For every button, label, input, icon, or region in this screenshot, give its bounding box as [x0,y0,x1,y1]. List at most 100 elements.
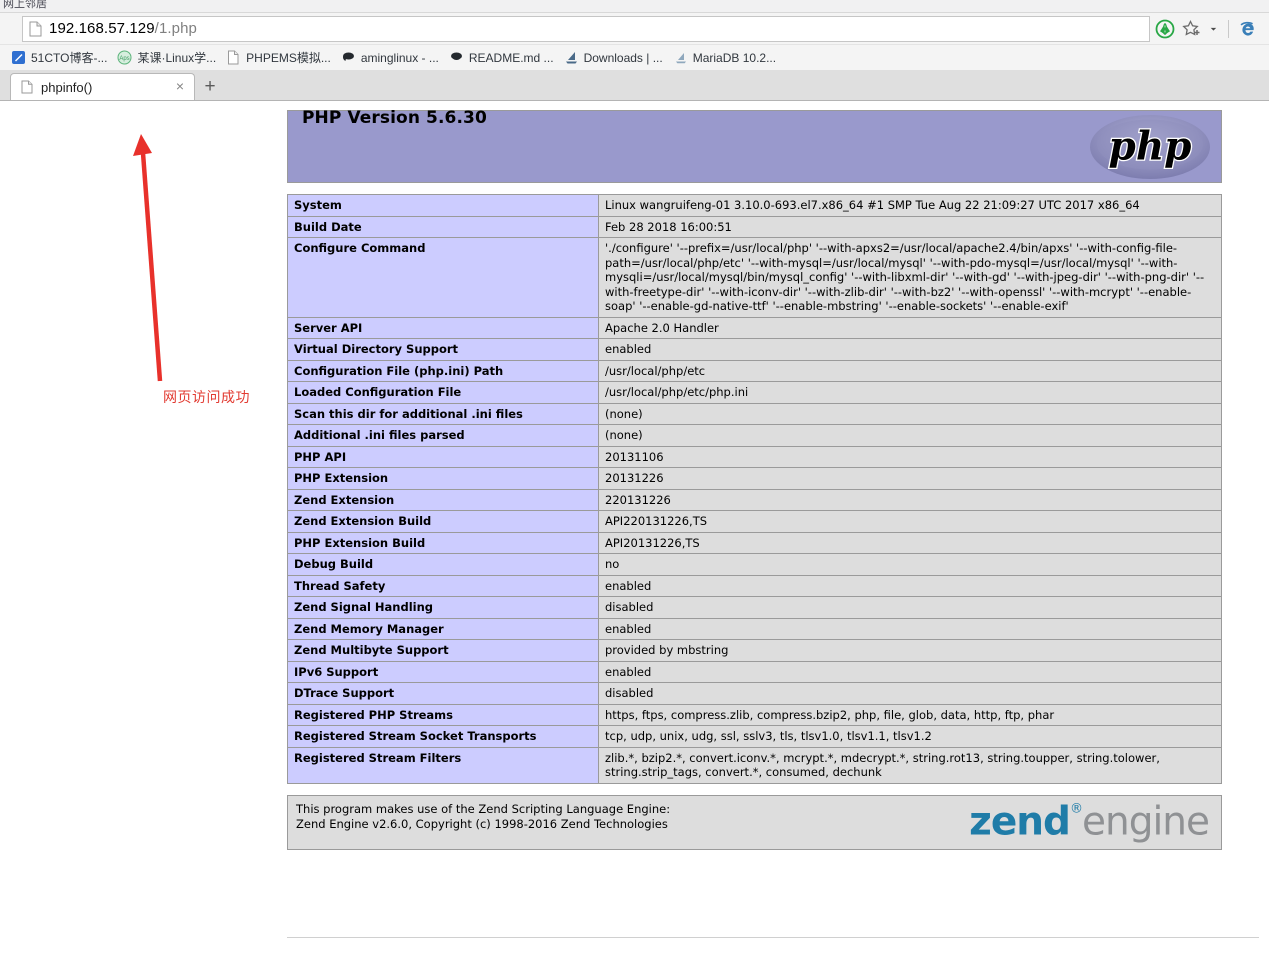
address-bar[interactable]: 192.168.57.129/1.php [22,15,1150,42]
zend-logo-registered: ® [1069,801,1083,817]
bookmark-item[interactable]: 51CTO博客-... [6,47,112,69]
row-key: Thread Safety [287,574,599,597]
row-value: Feb 28 2018 16:00:51 [598,215,1222,238]
php-logo-icon: php [1089,113,1211,180]
row-key: Debug Build [287,553,599,576]
row-key: PHP Extension Build [287,531,599,554]
row-key: Registered PHP Streams [287,703,599,726]
toolbar-icons [1154,18,1265,40]
favorites-star-icon[interactable] [1181,18,1203,40]
table-row: Configure Command './configure' '--prefix… [287,237,1222,318]
row-key: Zend Extension [287,488,599,511]
table-row: Server API Apache 2.0 Handler [287,316,1222,339]
row-key: PHP API [287,445,599,468]
row-value: zlib.*, bzip2.*, convert.iconv.*, mcrypt… [598,746,1222,784]
zend-credit-table: This program makes use of the Zend Scrip… [287,794,1222,850]
row-key: Zend Memory Manager [287,617,599,640]
annotation-label: 网页访问成功 [163,390,250,406]
bookmark-item[interactable]: Aps 某课·Linux学... [112,47,221,69]
row-value: provided by mbstring [598,639,1222,662]
new-tab-button[interactable]: + [195,73,225,100]
row-key: Loaded Configuration File [287,381,599,404]
bookmark-item[interactable]: Downloads | ... [559,47,668,69]
row-key: Configure Command [287,237,599,318]
toolbar-divider [1228,19,1229,38]
bookmarks-bar: 51CTO博客-... Aps 某课·Linux学... PHPEMS模拟...… [0,45,1269,71]
tab-phpinfo[interactable]: phpinfo() × [10,73,195,100]
sail-boat-icon [564,50,579,65]
row-key: IPv6 Support [287,660,599,683]
table-row: Zend Signal Handling disabled [287,596,1222,619]
row-value: enabled [598,574,1222,597]
row-key: Scan this dir for additional .ini files [287,402,599,425]
table-row: PHP Version 5.6.30 php [287,110,1222,183]
chevron-down-icon[interactable] [1208,18,1220,40]
row-value: disabled [598,682,1222,705]
table-row: Build Date Feb 28 2018 16:00:51 [287,215,1222,238]
row-key: System [287,194,599,217]
table-row: IPv6 Support enabled [287,660,1222,683]
table-row: Scan this dir for additional .ini files(… [287,402,1222,425]
bookmark-label: aminglinux - ... [360,50,439,65]
close-icon[interactable]: × [172,79,188,95]
octocat-icon [449,50,464,65]
bookmark-item[interactable]: MariaDB 10.2... [668,47,781,69]
address-path: /1.php [154,20,197,37]
table-row: Loaded Configuration File/usr/local/php/… [287,381,1222,404]
internet-explorer-icon[interactable] [1237,18,1259,40]
row-value: Linux wangruifeng-01 3.10.0-693.el7.x86_… [598,194,1222,217]
sail-boat-icon [673,50,688,65]
zend-engine-logo: zend®engine [969,799,1210,845]
page-viewport: PHP Version 5.6.30 php System Linux wang… [0,101,1269,953]
tab-strip: phpinfo() × + [0,71,1269,101]
phpinfo-rows: System Linux wangruifeng-01 3.10.0-693.el… [287,194,1222,784]
zend-logo-part1: zend [969,799,1071,845]
table-row: Virtual Directory Support enabled [287,338,1222,361]
row-value: API220131226,TS [598,510,1222,533]
row-key: Registered Stream Filters [287,746,599,784]
row-value: enabled [598,660,1222,683]
row-value: 220131226 [598,488,1222,511]
svg-text:Aps: Aps [120,56,130,62]
bookmark-item[interactable]: aminglinux - ... [336,47,444,69]
row-value: Apache 2.0 Handler [598,316,1222,339]
bookmark-label: PHPEMS模拟... [246,51,331,65]
table-row: Registered Stream Filters zlib.*, bzip2.*… [287,746,1222,784]
table-row: Configuration File (php.ini) Path/usr/lo… [287,359,1222,382]
row-key: Zend Multibyte Support [287,639,599,662]
page-bottom-divider [287,937,1259,938]
row-key: DTrace Support [287,682,599,705]
bookmark-item[interactable]: PHPEMS模拟... [221,47,336,69]
table-row: System Linux wangruifeng-01 3.10.0-693.el… [287,194,1222,217]
row-value: no [598,553,1222,576]
zend-logo-part2: engine [1081,799,1210,845]
phpinfo-header-table: PHP Version 5.6.30 php [287,110,1222,183]
row-key: Registered Stream Socket Transports [287,725,599,748]
table-row: Registered PHP Streams https, ftps, compr… [287,703,1222,726]
table-row: Additional .ini files parsed (none) [287,424,1222,447]
row-key: Build Date [287,215,599,238]
address-bar-text: 192.168.57.129/1.php [49,20,197,37]
bookmark-item[interactable]: README.md ... [444,47,559,69]
bookmark-label: MariaDB 10.2... [692,50,777,65]
window-title-strip: 网上邻居 [0,0,1269,13]
table-row: PHP Extension 20131226 [287,467,1222,490]
table-row: Zend Multibyte Support provided by mbstri… [287,639,1222,662]
row-value: 20131106 [598,445,1222,468]
nav-buttons-gutter[interactable] [4,16,22,42]
shield-compass-icon[interactable] [1154,18,1176,40]
row-value: tcp, udp, unix, udg, ssl, sslv3, tls, tl… [598,725,1222,748]
bookmark-label: 51CTO博客-... [31,51,108,65]
row-value: 20131226 [598,467,1222,490]
tab-title: phpinfo() [41,79,93,95]
row-key: Zend Extension Build [287,510,599,533]
table-row: PHP API 20131106 [287,445,1222,468]
row-value: (none) [598,402,1222,425]
row-key: PHP Extension [287,467,599,490]
window-title-label: 网上邻居 [3,0,47,10]
row-value: disabled [598,596,1222,619]
row-value: enabled [598,338,1222,361]
row-key: Additional .ini files parsed [287,424,599,447]
octocat-icon [341,50,356,65]
table-row: DTrace Support disabled [287,682,1222,705]
